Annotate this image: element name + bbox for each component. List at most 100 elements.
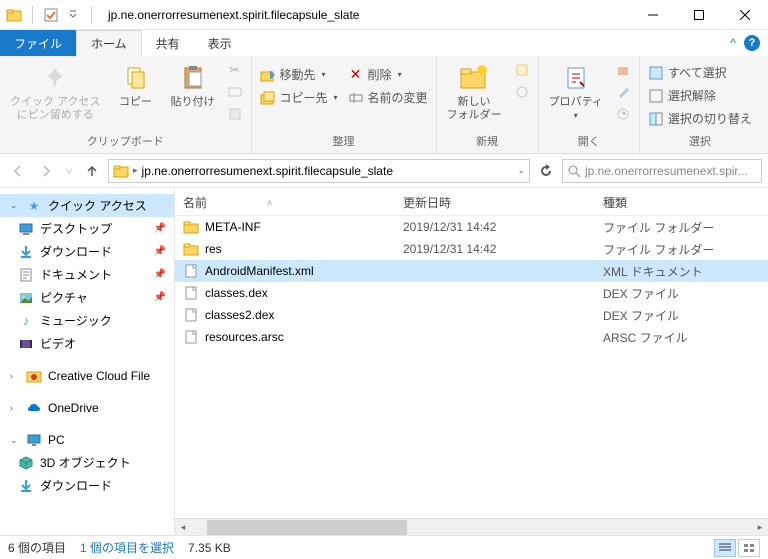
paste-shortcut-button[interactable] <box>223 104 247 124</box>
group-label: 整理 <box>256 131 432 151</box>
back-button[interactable] <box>6 159 30 183</box>
table-row[interactable]: res2019/12/31 14:42ファイル フォルダー <box>175 238 768 260</box>
scroll-thumb[interactable] <box>207 520 407 535</box>
sidebar-downloads2[interactable]: ダウンロード <box>0 474 174 497</box>
file-pane: 名前˄ 更新日時 種類 META-INF2019/12/31 14:42ファイル… <box>175 188 768 535</box>
address-bar: ▸ jp.ne.onerrorresumenext.spirit.filecap… <box>0 154 768 188</box>
table-row[interactable]: classes2.dex DEX ファイル <box>175 304 768 326</box>
help-icon[interactable]: ? <box>744 35 760 51</box>
checkbox-checked-icon[interactable] <box>43 7 59 23</box>
separator <box>32 6 33 24</box>
group-label: 選択 <box>644 131 756 151</box>
open-button[interactable] <box>611 60 635 80</box>
easy-access-button[interactable] <box>510 82 534 102</box>
table-row[interactable]: AndroidManifest.xmlXML ドキュメント <box>175 260 768 282</box>
tab-home[interactable]: ホーム <box>76 30 142 56</box>
separator <box>91 6 92 24</box>
column-headers[interactable]: 名前˄ 更新日時 種類 <box>175 188 768 216</box>
delete-icon: ✕ <box>348 67 364 83</box>
icons-view-button[interactable] <box>738 539 760 557</box>
rename-button[interactable]: 名前の変更 <box>344 87 432 108</box>
horizontal-scrollbar[interactable]: ◂ ▸ <box>175 518 768 535</box>
tab-share[interactable]: 共有 <box>142 30 194 56</box>
table-row[interactable]: classes.dexDEX ファイル <box>175 282 768 304</box>
breadcrumb[interactable]: jp.ne.onerrorresumenext.spirit.filecapsu… <box>142 164 393 178</box>
sidebar-3dobjects[interactable]: 3D オブジェクト <box>0 451 174 474</box>
up-button[interactable] <box>80 159 104 183</box>
tab-view[interactable]: 表示 <box>194 30 246 56</box>
chevron-down-icon[interactable]: ⌄ <box>517 165 525 176</box>
group-label: 新規 <box>441 131 534 151</box>
move-to-button[interactable]: 移動先▾ <box>256 64 342 85</box>
titlebar: jp.ne.onerrorresumenext.spirit.filecapsu… <box>0 0 768 30</box>
select-all-button[interactable]: すべて選択 <box>644 62 756 83</box>
history-icon <box>615 106 631 122</box>
select-none-icon <box>648 88 664 104</box>
file-list: META-INF2019/12/31 14:42ファイル フォルダーres201… <box>175 216 768 518</box>
copy-to-button[interactable]: コピー先▾ <box>256 87 342 108</box>
delete-button[interactable]: ✕削除▾ <box>344 64 432 85</box>
history-button[interactable] <box>611 104 635 124</box>
chevron-right-icon[interactable]: ▸ <box>133 165 138 176</box>
file-type: ファイル フォルダー <box>603 241 760 258</box>
video-icon <box>18 336 34 352</box>
new-item-icon <box>514 62 530 78</box>
sidebar-pc[interactable]: ⌄PC <box>0 429 174 451</box>
copy-button[interactable]: コピー <box>109 58 163 113</box>
col-modified[interactable]: 更新日時 <box>403 194 603 211</box>
copy-path-button[interactable] <box>223 82 247 102</box>
new-folder-button[interactable]: 新しい フォルダー <box>441 58 508 126</box>
properties-icon <box>560 62 592 94</box>
new-folder-icon <box>458 62 490 94</box>
minimize-button[interactable] <box>630 0 676 30</box>
sidebar-pictures[interactable]: ピクチャ📌 <box>0 286 174 309</box>
table-row[interactable]: META-INF2019/12/31 14:42ファイル フォルダー <box>175 216 768 238</box>
col-name[interactable]: 名前 <box>183 194 207 211</box>
file-modified: 2019/12/31 14:42 <box>403 242 603 256</box>
sidebar-videos[interactable]: ビデオ <box>0 332 174 355</box>
file-icon <box>183 263 199 279</box>
scroll-right-icon[interactable]: ▸ <box>752 519 768 536</box>
properties-button[interactable]: プロパティ ▾ <box>543 58 609 124</box>
edit-icon <box>615 84 631 100</box>
address-box[interactable]: ▸ jp.ne.onerrorresumenext.spirit.filecap… <box>108 159 530 183</box>
new-item-button[interactable] <box>510 60 534 80</box>
cc-icon <box>26 368 42 384</box>
status-selected: 1 個の項目を選択 <box>80 539 174 556</box>
scroll-left-icon[interactable]: ◂ <box>175 519 191 536</box>
sidebar-documents[interactable]: ドキュメント📌 <box>0 263 174 286</box>
edit-button[interactable] <box>611 82 635 102</box>
file-name: classes2.dex <box>205 308 274 322</box>
col-type[interactable]: 種類 <box>603 194 760 211</box>
table-row[interactable]: resources.arscARSC ファイル <box>175 326 768 348</box>
paste-button[interactable]: 貼り付け <box>165 58 221 113</box>
group-open: プロパティ ▾ 開く <box>539 56 640 153</box>
tab-file[interactable]: ファイル <box>0 30 76 56</box>
sidebar-onedrive[interactable]: ›OneDrive <box>0 397 174 419</box>
sidebar-desktop[interactable]: デスクトップ📌 <box>0 217 174 240</box>
refresh-button[interactable] <box>534 159 558 183</box>
cube-icon <box>18 455 34 471</box>
invert-selection-button[interactable]: 選択の切り替え <box>644 108 756 129</box>
sidebar-quickaccess[interactable]: ⌄★クイック アクセス <box>0 194 174 217</box>
star-icon: ★ <box>26 198 42 214</box>
search-input[interactable]: jp.ne.onerrorresumenext.spir... <box>562 159 762 183</box>
search-placeholder: jp.ne.onerrorresumenext.spir... <box>585 164 748 178</box>
cut-button[interactable]: ✂ <box>223 60 247 80</box>
details-view-button[interactable] <box>714 539 736 557</box>
qat-dropdown-icon[interactable] <box>65 7 81 23</box>
recent-dropdown[interactable] <box>62 159 76 183</box>
collapse-ribbon-icon[interactable]: ^ <box>730 36 736 50</box>
pin-to-quickaccess-button[interactable]: クイック アクセス にピン留めする <box>4 58 107 126</box>
file-type: DEX ファイル <box>603 307 760 324</box>
close-button[interactable] <box>722 0 768 30</box>
forward-button[interactable] <box>34 159 58 183</box>
paste-icon <box>177 62 209 94</box>
sidebar-ccfiles[interactable]: ›Creative Cloud File <box>0 365 174 387</box>
sidebar-music[interactable]: ♪ミュージック <box>0 309 174 332</box>
file-type: ARSC ファイル <box>603 329 760 346</box>
select-none-button[interactable]: 選択解除 <box>644 85 756 106</box>
quick-access-toolbar <box>0 6 102 24</box>
maximize-button[interactable] <box>676 0 722 30</box>
sidebar-downloads[interactable]: ダウンロード📌 <box>0 240 174 263</box>
